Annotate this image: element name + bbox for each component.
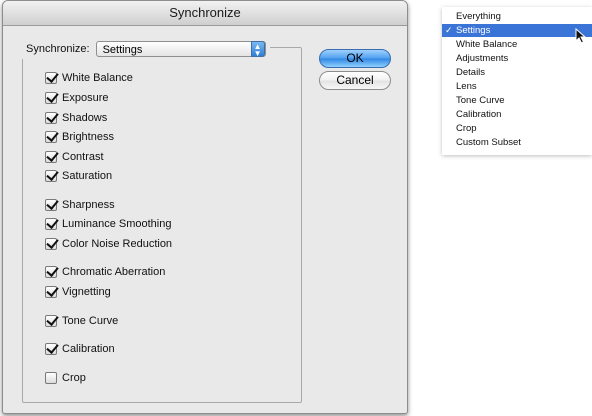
checkbox-label: Chromatic Aberration — [62, 266, 166, 278]
checkbox-contrast[interactable]: Contrast — [45, 150, 104, 164]
checkbox-crop[interactable]: Crop — [45, 371, 86, 385]
checkbox-shadows[interactable]: Shadows — [45, 111, 107, 125]
checkbox-label: Crop — [62, 372, 86, 384]
checkbox-icon[interactable] — [45, 131, 57, 143]
checkbox-icon[interactable] — [45, 343, 57, 355]
menu-item-white-balance[interactable]: White Balance — [442, 38, 592, 51]
ok-button[interactable]: OK — [319, 49, 391, 68]
synchronize-row: Synchronize: Settings ▲ ▼ — [22, 39, 270, 59]
synchronize-label: Synchronize: — [26, 43, 90, 55]
checkbox-icon[interactable] — [45, 151, 57, 163]
checkbox-icon[interactable] — [45, 315, 57, 327]
mouse-pointer-icon — [575, 28, 587, 44]
checkbox-label: Exposure — [62, 92, 109, 104]
checkbox-icon[interactable] — [45, 372, 57, 384]
menu-item-label: Lens — [456, 81, 477, 92]
menu-item-details[interactable]: Details — [442, 66, 592, 79]
checkbox-label: White Balance — [62, 72, 133, 84]
dialog-title: Synchronize — [3, 1, 407, 26]
checkbox-icon[interactable] — [45, 112, 57, 124]
checkbox-label: Brightness — [62, 131, 114, 143]
checkbox-label: Shadows — [62, 112, 108, 124]
menu-item-label: Settings — [456, 25, 491, 36]
checkbox-icon[interactable] — [45, 92, 57, 104]
menu-item-everything[interactable]: Everything — [442, 10, 592, 23]
menu-item-label: Everything — [456, 11, 501, 22]
checkbox-label: Vignetting — [62, 286, 111, 298]
menu-item-label: Tone Curve — [456, 95, 505, 106]
checkbox-icon[interactable] — [45, 170, 57, 182]
checkbox-color-noise-reduction[interactable]: Color Noise Reduction — [45, 237, 172, 251]
checkbox-label: Calibration — [62, 343, 115, 355]
menu-item-label: White Balance — [456, 39, 518, 50]
checkbox-icon[interactable] — [45, 218, 57, 230]
menu-item-label: Adjustments — [456, 53, 509, 64]
menu-item-label: Custom Subset — [456, 137, 521, 148]
synchronize-popup[interactable]: Settings ▲ ▼ — [95, 41, 266, 58]
menu-item-tone-curve[interactable]: Tone Curve — [442, 94, 592, 107]
checkbox-white-balance[interactable]: White Balance — [45, 71, 133, 85]
checkbox-label: Color Noise Reduction — [62, 238, 173, 250]
menu-item-custom-subset[interactable]: Custom Subset — [442, 136, 592, 149]
checkbox-label: Sharpness — [62, 199, 115, 211]
checkbox-label: Contrast — [62, 151, 104, 163]
checkbox-label: Luminance Smoothing — [62, 218, 172, 230]
checkbox-label: Saturation — [62, 170, 113, 182]
checkbox-label: Tone Curve — [62, 315, 119, 327]
menu-item-adjustments[interactable]: Adjustments — [442, 52, 592, 65]
menu-item-settings[interactable]: ✓ Settings — [442, 24, 592, 37]
synchronize-dialog: Synchronize Synchronize: Settings ▲ ▼ Whi… — [2, 0, 408, 414]
menu-item-label: Details — [456, 67, 486, 78]
checkbox-luminance-smoothing[interactable]: Luminance Smoothing — [45, 217, 171, 231]
cancel-button[interactable]: Cancel — [319, 71, 391, 90]
checkbox-exposure[interactable]: Exposure — [45, 91, 108, 105]
menu-item-label: Crop — [456, 123, 477, 134]
menu-item-label: Calibration — [456, 109, 502, 120]
checkbox-chromatic-aberration[interactable]: Chromatic Aberration — [45, 265, 165, 279]
menu-item-lens[interactable]: Lens — [442, 80, 592, 93]
popup-arrows-icon: ▲ ▼ — [250, 41, 265, 58]
checkbox-vignetting[interactable]: Vignetting — [45, 285, 111, 299]
synchronize-popup-value: Settings — [102, 44, 143, 56]
checkbox-brightness[interactable]: Brightness — [45, 130, 114, 144]
checkbox-calibration[interactable]: Calibration — [45, 342, 115, 356]
checkbox-icon[interactable] — [45, 199, 57, 211]
synchronize-dropdown-menu: Everything ✓ Settings White Balance Adjus… — [442, 7, 592, 155]
checkbox-tone-curve[interactable]: Tone Curve — [45, 314, 118, 328]
checkbox-icon[interactable] — [45, 286, 57, 298]
check-icon: ✓ — [445, 25, 453, 35]
checkbox-saturation[interactable]: Saturation — [45, 169, 112, 183]
checkbox-icon[interactable] — [45, 238, 57, 250]
checkbox-icon[interactable] — [45, 72, 57, 84]
checkbox-icon[interactable] — [45, 266, 57, 278]
menu-item-crop[interactable]: Crop — [442, 122, 592, 135]
menu-item-calibration[interactable]: Calibration — [442, 108, 592, 121]
checkbox-sharpness[interactable]: Sharpness — [45, 198, 115, 212]
